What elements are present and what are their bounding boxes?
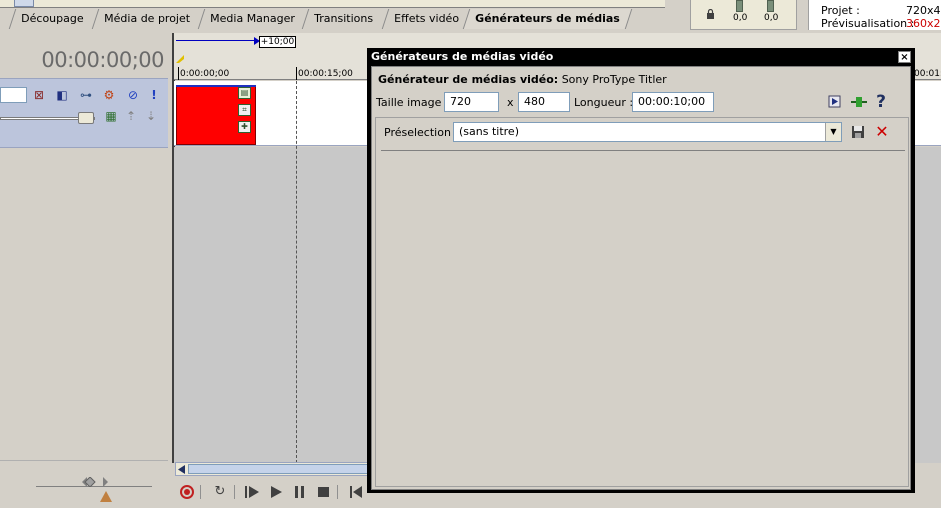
scroll-left-arrow-icon[interactable] bbox=[178, 465, 186, 474]
dialog-title: Générateurs de médias vidéo bbox=[371, 50, 554, 63]
tab-media-manager[interactable]: Media Manager bbox=[197, 9, 307, 29]
transport-bar: ↻ bbox=[175, 478, 375, 508]
solo-track-icon[interactable]: ! bbox=[147, 88, 161, 102]
close-icon[interactable]: × bbox=[898, 51, 911, 63]
lock-icon[interactable] bbox=[706, 9, 715, 19]
track-fx-icon[interactable]: ⚙ bbox=[102, 88, 116, 102]
preset-selected-value: (sans titre) bbox=[459, 125, 519, 138]
dropdown-corner-button[interactable] bbox=[14, 0, 34, 7]
scrollbar-thumb[interactable] bbox=[188, 464, 368, 474]
frame-size-label: Taille image : bbox=[376, 96, 449, 109]
record-icon[interactable] bbox=[178, 484, 196, 500]
play-icon[interactable] bbox=[267, 484, 285, 500]
tab-transitions[interactable]: Transitions bbox=[301, 9, 385, 29]
play-from-start-icon[interactable] bbox=[243, 484, 261, 500]
tab-strip-top-border bbox=[0, 0, 665, 8]
track-motion-icon[interactable]: ⊶ bbox=[79, 88, 93, 102]
transport-separator bbox=[337, 485, 338, 499]
project-label: Projet : bbox=[821, 4, 860, 17]
track-list-panel: 00:00:00;00 ⊠ ◧ ⊶ ⚙ ⊘ ! ▦ ⇡ ⇣ bbox=[0, 33, 168, 508]
meter-bar-right bbox=[767, 0, 774, 12]
generator-label: Générateur de médias vidéo: bbox=[378, 73, 559, 86]
ruler-tick bbox=[178, 67, 179, 80]
pause-icon[interactable] bbox=[291, 484, 309, 500]
loop-region-bar[interactable] bbox=[176, 40, 258, 41]
length-label: Longueur : bbox=[574, 96, 634, 109]
generator-info-row: Générateur de médias vidéo: Sony ProType… bbox=[378, 73, 667, 86]
zoom-handle-icon[interactable] bbox=[82, 477, 108, 487]
delete-preset-icon[interactable]: ✕ bbox=[873, 123, 891, 141]
transport-separator bbox=[200, 485, 201, 499]
preset-label: Préselection : bbox=[384, 126, 459, 139]
preview-label: Prévisualisation : bbox=[821, 17, 915, 30]
preview-value: 360x24 bbox=[906, 17, 941, 30]
ruler-label-15s: 00:00:15;00 bbox=[298, 69, 353, 79]
frame-height-input[interactable]: 480 bbox=[518, 92, 570, 112]
compositing-mode-icon[interactable]: ◧ bbox=[55, 88, 69, 102]
help-icon[interactable]: ? bbox=[872, 93, 890, 111]
zoom-panel bbox=[0, 460, 168, 508]
save-preset-icon[interactable] bbox=[849, 123, 867, 141]
playhead-triangle-icon[interactable] bbox=[100, 491, 112, 502]
master-meter-panel: 0,0 0,0 bbox=[690, 0, 797, 30]
timeline-horizontal-scrollbar[interactable] bbox=[175, 462, 370, 476]
window-tab-strip: Découpage Média de projet Media Manager … bbox=[0, 0, 665, 31]
ruler-tick bbox=[296, 67, 297, 80]
ruler-label-start: 0:00:00;00 bbox=[180, 69, 230, 79]
stop-icon[interactable] bbox=[315, 484, 333, 500]
track-level-slider-thumb[interactable] bbox=[78, 112, 94, 124]
tab-effets-video[interactable]: Effets vidéo bbox=[381, 9, 471, 29]
dialog-title-bar[interactable]: Générateurs de médias vidéo × bbox=[368, 49, 914, 66]
chevron-down-icon[interactable]: ▼ bbox=[825, 123, 841, 141]
meter-value-right: 0,0 bbox=[764, 13, 779, 23]
generator-name: Sony ProType Titler bbox=[561, 73, 667, 86]
dialog-body: Générateur de médias vidéo: Sony ProType… bbox=[371, 66, 911, 490]
project-value: 720x48 bbox=[906, 4, 941, 17]
frame-size-row: Taille image : 720 x 480 Longueur : 00:0… bbox=[376, 91, 910, 113]
preset-panel: Préselection : (sans titre) ▼ ✕ bbox=[375, 117, 909, 487]
cursor-line bbox=[296, 81, 297, 463]
ruler-label-end: 00:01:2 bbox=[914, 69, 941, 79]
tab-media-projet[interactable]: Média de projet bbox=[91, 9, 202, 29]
clip-pan-crop-icon[interactable]: ⌗ bbox=[238, 104, 251, 116]
length-input[interactable]: 00:00:10;00 bbox=[632, 92, 714, 112]
timecode-display[interactable]: 00:00:00;00 bbox=[41, 48, 164, 72]
frame-size-separator: x bbox=[507, 96, 514, 109]
frame-width-input[interactable]: 720 bbox=[444, 92, 499, 112]
meter-value-left: 0,0 bbox=[733, 13, 748, 23]
plugin-chain-icon[interactable] bbox=[850, 93, 868, 111]
loop-length-label: +10;00 bbox=[259, 36, 296, 48]
bypass-motion-blur-icon[interactable]: ⊠ bbox=[32, 88, 46, 102]
mute-track-icon[interactable]: ⊘ bbox=[126, 88, 140, 102]
loop-playback-icon[interactable]: ↻ bbox=[211, 484, 229, 500]
clip-generator-icon[interactable]: ✚ bbox=[238, 121, 251, 133]
clip-media-fx-icon[interactable]: ▤ bbox=[238, 87, 251, 99]
preset-dropdown[interactable]: (sans titre) ▼ bbox=[453, 122, 842, 142]
go-to-start-icon[interactable] bbox=[347, 484, 365, 500]
move-track-up-icon[interactable]: ⇡ bbox=[124, 109, 138, 123]
move-track-down-icon[interactable]: ⇣ bbox=[144, 109, 158, 123]
generator-settings-area bbox=[381, 150, 905, 484]
meter-bar-left bbox=[736, 0, 743, 12]
marker-flag-icon[interactable] bbox=[176, 55, 184, 63]
video-media-generators-dialog: Générateurs de médias vidéo × Générateur… bbox=[367, 48, 915, 493]
plugin-chooser-icon[interactable] bbox=[826, 93, 844, 111]
transport-separator bbox=[234, 485, 235, 499]
video-track-header[interactable]: ⊠ ◧ ⊶ ⚙ ⊘ ! ▦ ⇡ ⇣ bbox=[0, 78, 168, 148]
tab-generateurs-medias[interactable]: Générateurs de médias bbox=[462, 9, 632, 29]
track-envelope-icon[interactable]: ▦ bbox=[104, 109, 118, 123]
track-name-field[interactable] bbox=[0, 87, 27, 103]
project-info-panel: Projet : 720x48 Prévisualisation : 360x2… bbox=[808, 0, 941, 30]
tab-decoupage[interactable]: Découpage bbox=[8, 9, 95, 29]
